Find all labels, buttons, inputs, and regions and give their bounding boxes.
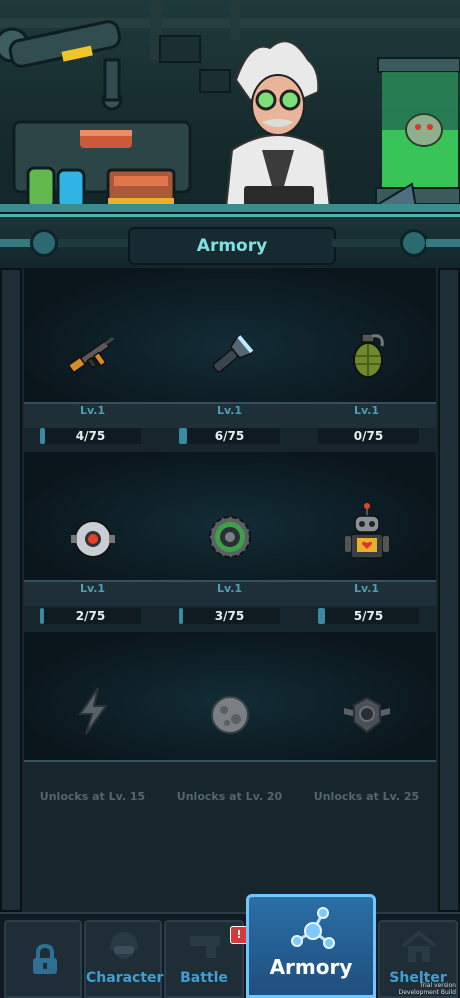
progress-text: 2/75 — [75, 609, 106, 623]
armory-item-sawblade[interactable]: Lv.1 — [161, 452, 298, 602]
rod-segment — [332, 239, 402, 247]
item-level: Lv.1 — [79, 404, 106, 417]
shield-emblem-icon — [344, 696, 390, 734]
armory-item-flashlight[interactable]: Lv.1 — [161, 268, 298, 448]
armory-item-grenade[interactable]: Lv.1 — [298, 268, 435, 448]
helmet-icon — [110, 932, 138, 959]
lab-background — [0, 0, 460, 210]
item-progress-bar: 6/75 — [179, 428, 280, 444]
item-level: Lv.1 — [353, 582, 380, 595]
build-watermark: Trial version Development Build — [399, 982, 456, 996]
bottom-nav: Character ! Battle Armory Shelter Trial … — [0, 894, 460, 998]
grenade-icon — [353, 333, 384, 378]
armory-cabinet: Lv.1 Lv.1 Lv.1 4/75 6/75 0/75 Lv.1 Lv.1 … — [0, 268, 460, 912]
tab-label: Battle — [180, 970, 228, 986]
unlock-requirement: Unlocks at Lv. 15 — [39, 790, 146, 803]
gun-icon — [190, 936, 220, 958]
tab-armory[interactable]: Armory — [246, 894, 376, 998]
page-title: Armory — [128, 227, 336, 265]
tab-battle[interactable]: ! Battle — [164, 920, 248, 998]
tab-label: Character — [86, 970, 164, 986]
robot-arm-icon — [0, 20, 123, 111]
item-progress-bar: 0/75 — [318, 428, 419, 444]
house-icon — [401, 930, 437, 962]
rifle-icon — [68, 337, 115, 374]
cabinet-right-wall — [438, 268, 460, 912]
item-progress-bar: 4/75 — [40, 428, 141, 444]
armory-item-locked-emblem[interactable] — [298, 632, 435, 762]
item-progress-bar: 2/75 — [40, 608, 141, 624]
right-rod — [426, 239, 460, 247]
tab-locked[interactable] — [4, 920, 82, 998]
sawblade-icon — [209, 516, 251, 558]
item-level: Lv.1 — [79, 582, 106, 595]
title-bar: Armory — [0, 214, 460, 272]
flashlight-icon — [212, 335, 254, 373]
item-progress-bar: 5/75 — [318, 608, 419, 624]
tab-character[interactable]: Character — [84, 920, 164, 998]
progress-text: 5/75 — [353, 609, 384, 623]
rod-segment — [58, 239, 128, 247]
lock-icon — [33, 944, 57, 974]
item-progress-bar: 3/75 — [179, 608, 280, 624]
progress-fill — [40, 428, 45, 444]
item-level: Lv.1 — [353, 404, 380, 417]
lightning-icon — [78, 687, 108, 735]
lab-desk-edge — [0, 204, 460, 212]
item-level: Lv.1 — [216, 582, 243, 595]
tab-label: Armory — [269, 955, 353, 979]
progress-text: 3/75 — [214, 609, 245, 623]
item-level: Lv.1 — [216, 404, 243, 417]
armory-item-locked-asteroid[interactable] — [161, 632, 298, 762]
armory-item-rifle[interactable]: Lv.1 — [24, 268, 161, 448]
asteroid-icon — [211, 696, 249, 734]
progress-fill — [179, 608, 183, 624]
progress-fill — [179, 428, 187, 444]
watermark-line-2: Development Build — [398, 989, 456, 996]
progress-fill — [40, 608, 44, 624]
progress-text: 0/75 — [353, 429, 384, 443]
armory-item-drone-orb[interactable]: Lv.1 — [24, 452, 161, 602]
progress-text: 6/75 — [214, 429, 245, 443]
progress-fill — [318, 608, 325, 624]
cabinet-left-wall — [0, 268, 22, 912]
scientist-character-icon — [224, 40, 332, 209]
unlock-requirement: Unlocks at Lv. 25 — [313, 790, 420, 803]
left-bolt-icon — [30, 229, 58, 257]
network-icon — [291, 907, 335, 949]
progress-text: 4/75 — [75, 429, 106, 443]
shelf-3-plank — [24, 760, 436, 786]
armory-item-robot[interactable]: Lv.1 — [298, 452, 435, 602]
drone-orb-icon — [71, 520, 115, 558]
robot-icon — [345, 503, 389, 559]
armory-item-locked-lightning[interactable] — [24, 632, 161, 762]
zombie-tank-icon — [375, 57, 460, 205]
right-bolt-icon — [400, 229, 428, 257]
watermark-line-1: Trial version — [419, 982, 456, 989]
unlock-requirement: Unlocks at Lv. 20 — [176, 790, 283, 803]
lab-scene — [0, 0, 460, 212]
